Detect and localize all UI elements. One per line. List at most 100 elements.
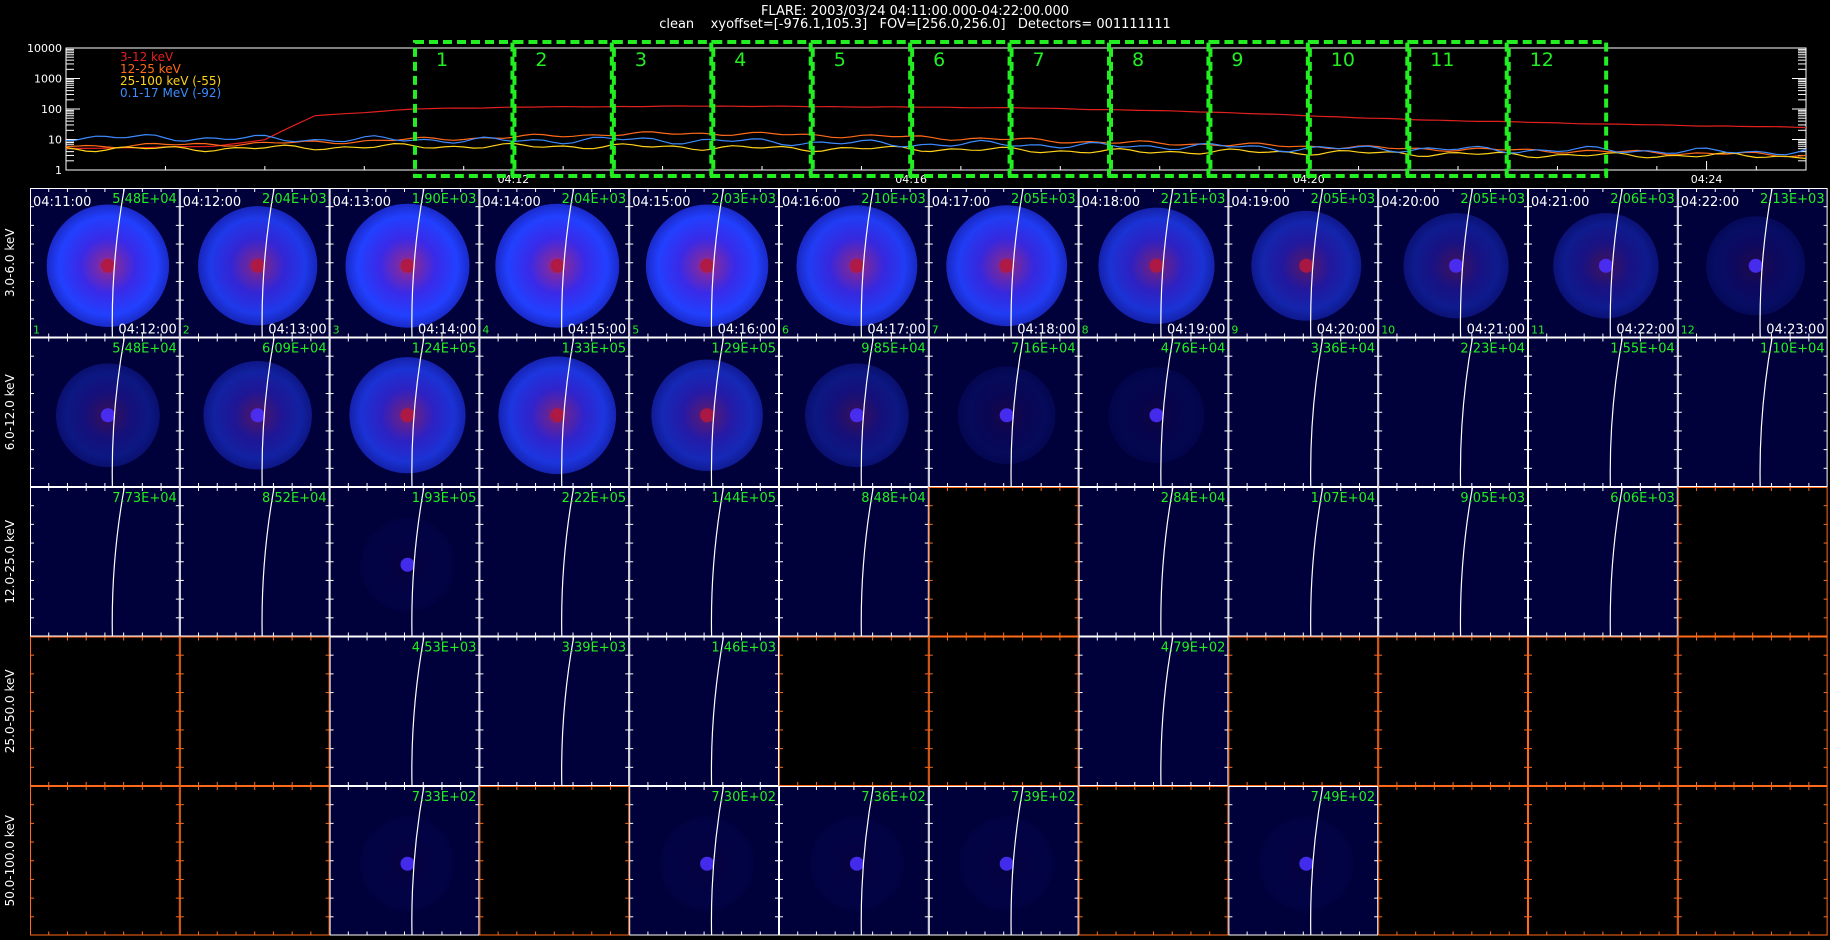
flare-source: [400, 856, 415, 871]
start-time-label: 04:16:00: [782, 195, 840, 210]
time-interval-label: 12: [1530, 49, 1554, 71]
end-time-label: 04:18:00: [1017, 323, 1075, 338]
image-panel: [779, 487, 929, 637]
flare-source: [999, 258, 1014, 273]
image-panel: [1378, 636, 1528, 786]
interval-number-label: 4: [482, 324, 489, 337]
peak-flux-label: 9.05E+03: [1460, 491, 1525, 506]
interval-number-label: 5: [632, 324, 639, 337]
interval-number-label: 9: [1231, 324, 1238, 337]
peak-flux-label: 1.90E+03: [412, 192, 477, 207]
interval-number-label: 1: [33, 324, 40, 337]
image-panel: [1677, 487, 1828, 637]
end-time-label: 04:17:00: [867, 323, 925, 338]
peak-flux-label: 2.23E+04: [1460, 342, 1525, 357]
interval-number-label: 6: [782, 324, 789, 337]
peak-flux-label: 3.36E+04: [1311, 342, 1376, 357]
energy-band-label: 25.0-50.0 keV: [3, 669, 17, 753]
image-panel: [1228, 636, 1379, 786]
x-tick-label: 04:24: [1691, 173, 1723, 186]
peak-flux-label: 1.33E+05: [562, 342, 627, 357]
flare-source: [550, 258, 565, 273]
flare-source: [100, 408, 115, 423]
peak-flux-label: 2.13E+03: [1760, 192, 1825, 207]
time-interval-box: [1208, 40, 1310, 178]
y-tick-label: 100: [41, 103, 62, 116]
image-panel: [1528, 636, 1678, 786]
flare-source: [550, 408, 565, 423]
end-time-label: 04:15:00: [568, 323, 626, 338]
start-time-label: 04:21:00: [1531, 195, 1589, 210]
start-time-label: 04:15:00: [632, 195, 690, 210]
peak-flux-label: 1.55E+04: [1610, 342, 1675, 357]
lightcurve-chart: 11010010001000004:12 04:16 04:20 04:243-12 …: [27, 40, 1807, 186]
image-panel: [1228, 337, 1379, 487]
image-panel: [1677, 786, 1828, 936]
peak-flux-label: 6.06E+03: [1610, 491, 1675, 506]
end-time-label: 04:23:00: [1766, 323, 1824, 338]
image-panel: [629, 487, 779, 637]
flare-source: [700, 258, 715, 273]
end-time-label: 04:13:00: [268, 323, 326, 338]
flare-source: [1299, 258, 1314, 273]
image-panel: [1378, 337, 1528, 487]
peak-flux-label: 4.53E+03: [412, 641, 477, 656]
peak-flux-label: 1.10E+04: [1760, 342, 1825, 357]
time-interval-label: 4: [734, 49, 746, 71]
image-panel: [179, 487, 330, 637]
time-interval-label: 11: [1430, 49, 1454, 71]
image-panel: [179, 636, 330, 786]
time-interval-box: [910, 40, 1012, 178]
peak-flux-label: 5.48E+04: [112, 342, 177, 357]
flare-source: [250, 258, 265, 273]
image-panel: [928, 636, 1079, 786]
interval-number-label: 2: [183, 324, 190, 337]
peak-flux-label: 1.93E+05: [412, 491, 477, 506]
flare-source: [1598, 258, 1613, 273]
image-panel: [30, 636, 180, 786]
end-time-label: 04:20:00: [1317, 323, 1375, 338]
time-interval-box: [512, 40, 614, 178]
peak-flux-label: 2.10E+03: [861, 192, 926, 207]
image-panel: [179, 786, 330, 936]
peak-flux-label: 1.29E+05: [711, 342, 776, 357]
time-interval-label: 7: [1033, 49, 1045, 71]
peak-flux-label: 6.09E+04: [262, 342, 327, 357]
end-time-label: 04:16:00: [718, 323, 776, 338]
flare-source: [1149, 408, 1164, 423]
legend-entry: 0.1-17 MeV (-92): [120, 86, 221, 100]
energy-band-label: 12.0-25.0 keV: [3, 519, 17, 603]
peak-flux-label: 2.84E+04: [1161, 491, 1226, 506]
image-panel: [30, 786, 180, 936]
peak-flux-label: 3.39E+03: [562, 641, 627, 656]
start-time-label: 04:19:00: [1231, 195, 1289, 210]
time-interval-label: 5: [834, 49, 846, 71]
flare-source: [250, 408, 265, 423]
start-time-label: 04:12:00: [183, 195, 241, 210]
interval-number-label: 12: [1681, 324, 1695, 337]
image-panel: [1677, 337, 1828, 487]
start-time-label: 04:20:00: [1381, 195, 1439, 210]
flare-source: [999, 856, 1014, 871]
peak-flux-label: 8.48E+04: [861, 491, 926, 506]
peak-flux-label: 2.03E+03: [711, 192, 776, 207]
end-time-label: 04:19:00: [1167, 323, 1225, 338]
image-panel: [1078, 636, 1229, 786]
peak-flux-label: 7.33E+02: [412, 790, 477, 805]
peak-flux-label: 7.36E+02: [861, 790, 926, 805]
peak-flux-label: 2.05E+03: [1011, 192, 1076, 207]
peak-flux-label: 4.76E+04: [1161, 342, 1226, 357]
flare-source: [400, 258, 415, 273]
time-interval-label: 9: [1231, 49, 1243, 71]
interval-number-label: 7: [932, 324, 939, 337]
image-panel: [1528, 786, 1678, 936]
start-time-label: 04:22:00: [1681, 195, 1739, 210]
image-panel: [479, 636, 630, 786]
flare-source: [1449, 258, 1464, 273]
peak-flux-label: 2.05E+03: [1460, 192, 1525, 207]
flare-source: [400, 408, 415, 423]
start-time-label: 04:14:00: [482, 195, 540, 210]
peak-flux-label: 7.30E+02: [711, 790, 776, 805]
flare-source: [1149, 258, 1164, 273]
energy-band-label: 6.0-12.0 keV: [3, 373, 17, 450]
